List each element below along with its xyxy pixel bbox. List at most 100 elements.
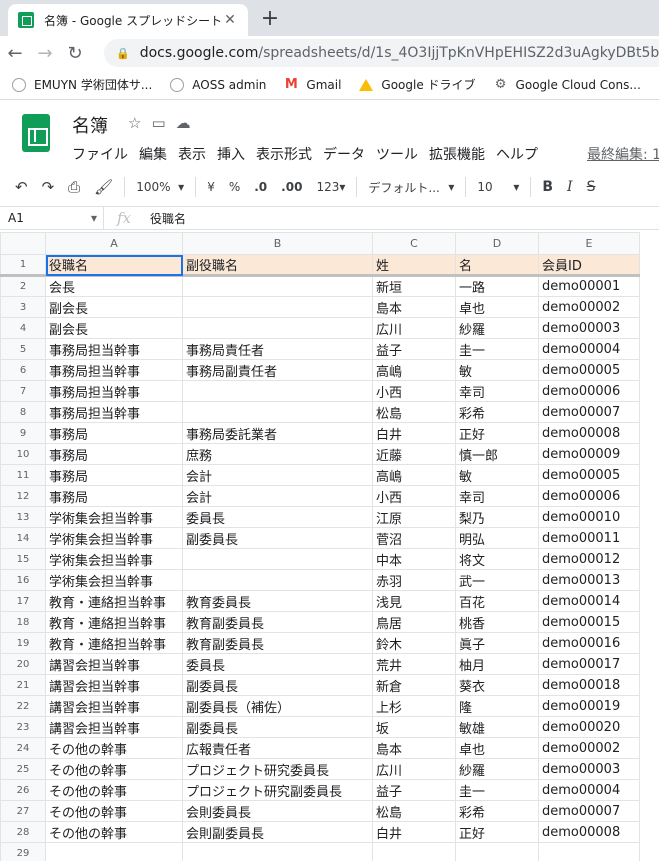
url-field[interactable]: 🔒 docs.google.com/spreadsheets/d/1s_4O3I… (104, 39, 659, 67)
cell[interactable]: 葵衣 (455, 674, 539, 696)
menu-edit[interactable]: 編集 (139, 144, 167, 164)
cell[interactable]: demo00014 (538, 590, 640, 612)
italic-button[interactable]: I (560, 179, 580, 195)
row-header[interactable]: 19 (0, 632, 46, 654)
cell[interactable]: 学術集会担当幹事 (45, 527, 183, 549)
undo-icon[interactable]: ↶ (8, 178, 35, 196)
cell[interactable]: 鳥居 (372, 611, 456, 633)
cell[interactable]: 事務局 (45, 422, 183, 444)
cell[interactable]: 副委員長 (182, 674, 373, 696)
cell[interactable]: 庶務 (182, 443, 373, 465)
row-header[interactable]: 29 (0, 842, 46, 861)
reload-icon[interactable]: ↻ (60, 43, 90, 64)
cell[interactable]: その他の幹事 (45, 800, 183, 822)
cell[interactable]: プロジェクト研究副委員長 (182, 779, 373, 801)
row-header[interactable]: 17 (0, 590, 46, 612)
cell[interactable]: 学術集会担当幹事 (45, 569, 183, 591)
cell[interactable]: 赤羽 (372, 569, 456, 591)
cell[interactable]: 幸司 (455, 485, 539, 507)
cell[interactable]: demo00018 (538, 674, 640, 696)
row-header[interactable]: 11 (0, 464, 46, 486)
bookmark-emuyn[interactable]: EMUYN 学術団体サ... (12, 76, 152, 93)
browser-tab[interactable]: 名簿 - Google スプレッドシート ✕ (8, 4, 248, 36)
cell[interactable]: 教育委員長 (182, 590, 373, 612)
row-header[interactable]: 25 (0, 758, 46, 780)
last-edit-link[interactable]: 最終編集: 1 (587, 144, 659, 164)
cell[interactable]: 卓也 (455, 737, 539, 759)
bookmark-google-cloud[interactable]: ⚙ Google Cloud Cons... (494, 77, 641, 92)
cell[interactable] (538, 842, 640, 861)
cell[interactable]: 白井 (372, 821, 456, 843)
row-header[interactable]: 10 (0, 443, 46, 465)
cell[interactable]: 桃香 (455, 611, 539, 633)
cell[interactable]: 幸司 (455, 380, 539, 402)
cell[interactable] (182, 275, 373, 297)
close-tab-icon[interactable]: ✕ (222, 12, 238, 28)
bookmark-gmail[interactable]: M Gmail (284, 77, 341, 92)
cell[interactable]: 副委員長 (182, 527, 373, 549)
column-header-c[interactable]: C (372, 232, 456, 255)
column-header-e[interactable]: E (538, 232, 640, 255)
cell[interactable]: 菅沼 (372, 527, 456, 549)
cell[interactable] (182, 296, 373, 318)
cell[interactable] (182, 401, 373, 423)
row-header[interactable]: 24 (0, 737, 46, 759)
cell[interactable]: demo00006 (538, 485, 640, 507)
formula-input[interactable]: 役職名 (144, 210, 186, 227)
lock-icon[interactable]: 🔒 (116, 47, 130, 60)
cell[interactable]: demo00008 (538, 821, 640, 843)
cell[interactable]: 圭一 (455, 779, 539, 801)
cell[interactable]: demo00010 (538, 506, 640, 528)
menu-help[interactable]: ヘルプ (496, 144, 538, 164)
new-tab-button[interactable]: + (258, 6, 282, 31)
header-cell-role[interactable]: 役職名 (45, 254, 183, 277)
cell[interactable]: 講習会担当幹事 (45, 695, 183, 717)
menu-format[interactable]: 表示形式 (256, 144, 312, 164)
row-header[interactable]: 6 (0, 359, 46, 381)
cell[interactable] (182, 380, 373, 402)
cell[interactable]: 紗羅 (455, 317, 539, 339)
cell[interactable]: 柚月 (455, 653, 539, 675)
cell[interactable]: demo00004 (538, 338, 640, 360)
header-cell-member-id[interactable]: 会員ID (538, 254, 640, 277)
cell[interactable]: 上杉 (372, 695, 456, 717)
cell[interactable]: 武一 (455, 569, 539, 591)
cell[interactable]: 益子 (372, 779, 456, 801)
cell[interactable]: 事務局担当幹事 (45, 401, 183, 423)
cell[interactable]: 浅見 (372, 590, 456, 612)
column-header-d[interactable]: D (455, 232, 539, 255)
cell[interactable]: 事務局責任者 (182, 338, 373, 360)
cell[interactable]: demo00009 (538, 443, 640, 465)
cell[interactable]: demo00012 (538, 548, 640, 570)
cell[interactable]: 広報責任者 (182, 737, 373, 759)
increase-decimal-button[interactable]: .00 (274, 180, 309, 194)
row-header[interactable]: 28 (0, 821, 46, 843)
cell[interactable]: 島本 (372, 296, 456, 318)
cell[interactable]: 新倉 (372, 674, 456, 696)
cell[interactable]: 広川 (372, 317, 456, 339)
cell[interactable]: demo00002 (538, 737, 640, 759)
cell[interactable]: その他の幹事 (45, 758, 183, 780)
strikethrough-button[interactable]: S (580, 179, 603, 195)
cell[interactable]: 正好 (455, 422, 539, 444)
cell[interactable]: 事務局担当幹事 (45, 359, 183, 381)
row-header[interactable]: 8 (0, 401, 46, 423)
cell[interactable]: 学術集会担当幹事 (45, 506, 183, 528)
cell[interactable]: 島本 (372, 737, 456, 759)
row-header[interactable]: 20 (0, 653, 46, 675)
cell[interactable]: demo00003 (538, 758, 640, 780)
name-box[interactable]: A1 ▾ (0, 207, 104, 229)
font-size-select[interactable]: 10 ▾ (470, 180, 526, 194)
cell[interactable]: 松島 (372, 800, 456, 822)
cell[interactable]: 事務局担当幹事 (45, 338, 183, 360)
cell[interactable]: 教育・連絡担当幹事 (45, 632, 183, 654)
cell[interactable]: 会長 (45, 275, 183, 297)
cell[interactable]: 委員長 (182, 653, 373, 675)
cell[interactable]: 高嶋 (372, 464, 456, 486)
cell[interactable]: demo00017 (538, 653, 640, 675)
percent-format-button[interactable]: % (222, 180, 247, 194)
cell[interactable]: 圭一 (455, 338, 539, 360)
cell[interactable]: 彩希 (455, 401, 539, 423)
row-header[interactable]: 9 (0, 422, 46, 444)
cloud-status-icon[interactable]: ☁ (176, 114, 191, 132)
